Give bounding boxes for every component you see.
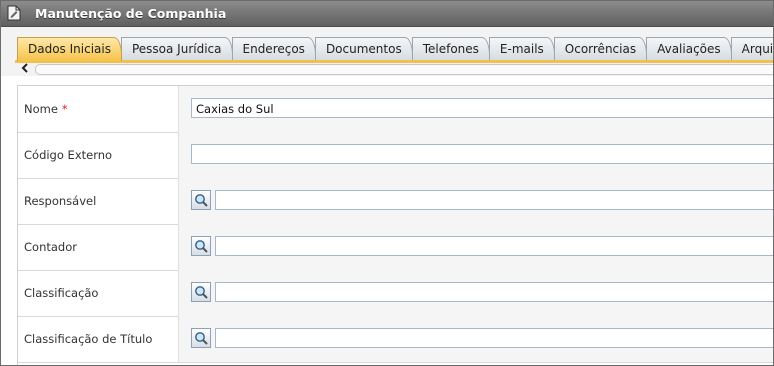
classificacao-value-cell (178, 270, 773, 316)
contador-input[interactable] (215, 236, 773, 256)
nome-label-text: Nome (24, 102, 58, 116)
codigo-externo-value-cell (178, 132, 773, 178)
tab-ocorrencias[interactable]: Ocorrências (553, 37, 648, 61)
contador-lookup-button[interactable] (191, 236, 211, 256)
tab-list: Dados Iniciais Pessoa Jurídica Endereços… (17, 37, 773, 61)
classificacao-input[interactable] (215, 282, 773, 302)
tab-strip: Dados Iniciais Pessoa Jurídica Endereços… (1, 27, 773, 76)
form-row-classificacao-titulo: Classificação de Título (18, 316, 773, 363)
responsavel-label: Responsável (24, 194, 97, 208)
tab-documentos[interactable]: Documentos (314, 37, 413, 61)
nome-input[interactable]: Caxias do Sul (191, 98, 773, 118)
classificacao-titulo-value-cell (178, 316, 773, 362)
form-panel: Nome * Caxias do Sul Código Externo Respo… (17, 85, 773, 365)
form-row-nome: Nome * Caxias do Sul (18, 86, 773, 133)
classificacao-titulo-label: Classificação de Título (24, 332, 153, 346)
classificacao-titulo-lookup-button[interactable] (191, 328, 211, 348)
contador-label: Contador (24, 240, 77, 254)
tab-telefones[interactable]: Telefones (411, 37, 490, 61)
window-title: Manutenção de Companhia (35, 6, 227, 21)
tab-avaliacoes[interactable]: Avaliações (646, 37, 732, 61)
responsavel-input[interactable] (215, 190, 773, 210)
magnifier-icon (195, 332, 208, 345)
responsavel-value-cell (178, 178, 773, 224)
tab-dados-iniciais[interactable]: Dados Iniciais (17, 37, 122, 61)
document-edit-icon (7, 5, 21, 21)
form-row-codigo-externo: Código Externo (18, 132, 773, 179)
window-titlebar: Manutenção de Companhia (1, 1, 773, 27)
nome-label: Nome * (24, 86, 174, 132)
codigo-externo-input[interactable] (191, 144, 773, 164)
tab-arquivos[interactable]: Arquivos (730, 37, 773, 61)
magnifier-icon (195, 194, 208, 207)
required-marker: * (61, 102, 68, 116)
classificacao-titulo-input[interactable] (215, 328, 773, 348)
company-maintenance-window: Manutenção de Companhia Dados Iniciais P… (0, 0, 774, 366)
classificacao-lookup-button[interactable] (191, 282, 211, 302)
nome-value-cell: Caxias do Sul (178, 86, 773, 132)
tab-scrollbar[interactable] (17, 63, 773, 75)
tab-emails[interactable]: E-mails (488, 37, 555, 61)
scroll-track[interactable] (35, 64, 773, 75)
tab-pessoa-juridica[interactable]: Pessoa Jurídica (120, 37, 233, 61)
form-row-responsavel: Responsável (18, 178, 773, 225)
magnifier-icon (195, 286, 208, 299)
form-row-classificacao: Classificação (18, 270, 773, 317)
codigo-externo-label: Código Externo (24, 148, 113, 162)
classificacao-label: Classificação (24, 286, 99, 300)
magnifier-icon (195, 240, 208, 253)
contador-value-cell (178, 224, 773, 270)
tab-enderecos[interactable]: Endereços (231, 37, 316, 61)
form-row-contador: Contador (18, 224, 773, 271)
arrow-left-icon[interactable] (19, 63, 31, 75)
responsavel-lookup-button[interactable] (191, 190, 211, 210)
